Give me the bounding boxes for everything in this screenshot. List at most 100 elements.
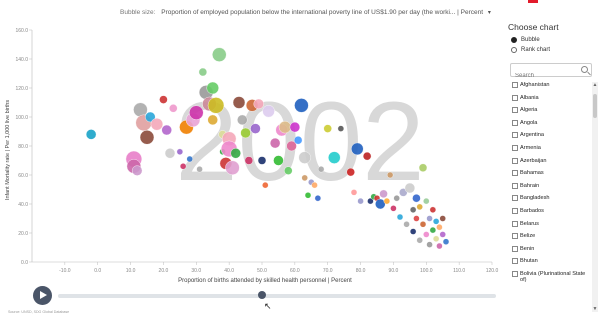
country-item[interactable]: Benin (510, 245, 592, 259)
bubble-size-value[interactable]: Proportion of employed population below … (161, 9, 483, 16)
bubble-point[interactable] (357, 197, 364, 205)
bubble-point[interactable] (164, 148, 176, 159)
bubble-point[interactable] (169, 104, 178, 113)
country-checkbox[interactable] (512, 107, 518, 114)
bubble-point[interactable] (393, 194, 400, 202)
bubble-point[interactable] (416, 203, 423, 211)
bubble-point[interactable] (432, 218, 440, 225)
bubble-point[interactable] (159, 95, 168, 104)
bubble-point[interactable] (426, 241, 433, 248)
bubble-point[interactable] (161, 124, 172, 136)
bubble-point[interactable] (206, 81, 219, 95)
play-button[interactable] (33, 286, 52, 305)
country-checkbox[interactable] (512, 207, 518, 214)
bubble-point[interactable] (362, 151, 372, 161)
country-checkbox[interactable] (512, 157, 518, 164)
bubble-point[interactable] (337, 125, 345, 132)
bubble-point[interactable] (207, 114, 218, 126)
bubble-point[interactable] (419, 221, 427, 228)
chevron-down-icon[interactable]: ▾ (488, 10, 491, 16)
bubble-point[interactable] (176, 148, 184, 156)
bubble-size-selector[interactable]: Bubble size: Proportion of employed popu… (120, 9, 491, 16)
country-item[interactable]: Belarus (510, 220, 592, 234)
timeline-handle[interactable] (258, 291, 266, 299)
bubble-point[interactable] (442, 238, 450, 245)
search-input[interactable] (511, 70, 581, 82)
country-item[interactable]: Barbados (510, 207, 592, 221)
bubble-point[interactable] (426, 215, 433, 222)
bubble-point[interactable] (262, 181, 269, 189)
country-checkbox[interactable] (512, 94, 518, 101)
bubble-point[interactable] (198, 67, 208, 77)
bubble-point[interactable] (386, 171, 394, 179)
bubble-point[interactable] (418, 163, 428, 172)
bubble-point[interactable] (323, 124, 332, 133)
bubble-point[interactable] (278, 120, 292, 134)
radio-bubble-dot[interactable] (511, 37, 517, 43)
radio-rank-chart[interactable]: Rank chart (511, 47, 550, 53)
country-item[interactable]: Bahrain (510, 182, 592, 196)
bubble-point[interactable] (429, 206, 437, 214)
bubble-point[interactable] (131, 165, 143, 176)
bubble-point[interactable] (237, 114, 248, 126)
country-checkbox[interactable] (512, 220, 518, 227)
bubble-point[interactable] (439, 231, 446, 238)
country-item[interactable]: Bangladesh (510, 195, 592, 208)
scrollbar-thumb[interactable] (593, 94, 597, 118)
bubble-point[interactable] (250, 123, 261, 134)
country-checkbox[interactable] (512, 195, 518, 202)
bubble-point[interactable] (383, 197, 391, 205)
country-item[interactable]: Argentina (510, 132, 592, 145)
country-item[interactable]: Belize (510, 233, 592, 246)
country-item[interactable]: Bolivia (Plurinational State of) (510, 270, 592, 284)
country-item[interactable]: Albania (510, 94, 592, 108)
bubble-point[interactable] (273, 155, 284, 166)
bubble-point[interactable] (225, 160, 240, 175)
bubble-point[interactable] (439, 215, 446, 222)
bubble-point[interactable] (409, 228, 417, 235)
bubble-point[interactable] (436, 242, 443, 250)
bubble-point[interactable] (350, 189, 358, 196)
bubble-point[interactable] (298, 151, 311, 164)
country-item[interactable]: Angola (510, 119, 592, 133)
bubble-point[interactable] (429, 226, 437, 234)
bubble-point[interactable] (179, 163, 187, 170)
country-checkbox[interactable] (512, 182, 518, 189)
bubble-point[interactable] (413, 215, 420, 222)
bubble-point[interactable] (317, 165, 325, 173)
bubble-point[interactable] (328, 151, 341, 164)
country-search[interactable] (510, 63, 592, 82)
bubble-point[interactable] (85, 129, 97, 140)
bubble-point[interactable] (346, 167, 355, 177)
country-checkbox[interactable] (512, 245, 518, 252)
bubble-point[interactable] (230, 148, 241, 159)
bubble-point[interactable] (301, 174, 308, 182)
bubble-point[interactable] (436, 223, 443, 231)
bubble-point[interactable] (379, 189, 388, 199)
bubble-point[interactable] (423, 231, 430, 238)
bubble-point[interactable] (304, 192, 312, 199)
radio-bubble[interactable]: Bubble (511, 37, 540, 43)
country-checkbox[interactable] (512, 258, 518, 265)
bubble-point[interactable] (133, 102, 148, 117)
country-checkbox[interactable] (512, 132, 518, 139)
bubble-point[interactable] (293, 135, 303, 145)
country-item[interactable]: Algeria (510, 107, 592, 120)
bubble-point[interactable] (294, 98, 309, 113)
country-item[interactable]: Afghanistan (510, 82, 592, 95)
country-checkbox[interactable] (512, 233, 518, 240)
country-item[interactable]: Armenia (510, 144, 592, 158)
bubble-point[interactable] (284, 166, 293, 175)
bubble-point[interactable] (244, 156, 254, 165)
bubble-point[interactable] (232, 96, 246, 109)
bubble-point[interactable] (262, 104, 275, 118)
country-item[interactable]: Bhutan (510, 258, 592, 271)
country-list-scrollbar[interactable]: ▲ ▼ (592, 82, 598, 312)
bubble-point[interactable] (253, 98, 264, 110)
bubble-point[interactable] (186, 155, 193, 163)
bubble-point[interactable] (412, 193, 421, 203)
bubble-point[interactable] (289, 121, 301, 133)
bubble-point[interactable] (269, 137, 281, 149)
bubble-point[interactable] (150, 118, 164, 131)
bubble-point[interactable] (257, 156, 267, 165)
